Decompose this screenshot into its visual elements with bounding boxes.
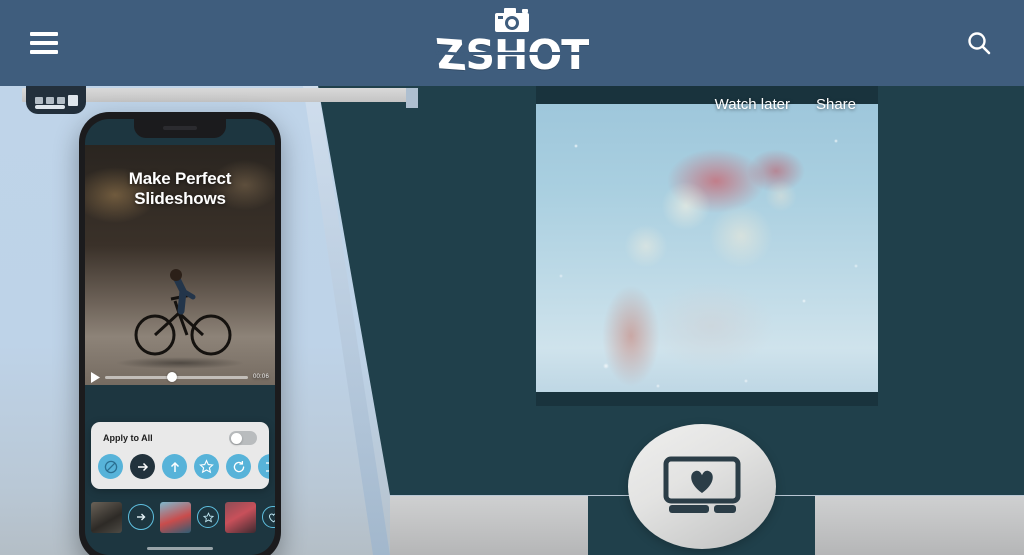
hero-stage: Make Perfect Slideshows 00:06 Apply to A… [0, 86, 1024, 555]
effects-control-panel: Apply to All [91, 422, 269, 489]
arrow-up-icon [170, 461, 179, 472]
filmstrip-transition-heart[interactable] [262, 506, 275, 528]
scrubber-track[interactable] [105, 372, 248, 382]
toolbar-mini-icon [34, 96, 43, 104]
save-icon[interactable] [67, 94, 78, 106]
hamburger-bar [30, 32, 58, 36]
phone-mockup: Make Perfect Slideshows 00:06 Apply to A… [79, 112, 281, 555]
hamburger-icon[interactable] [30, 28, 60, 58]
site-header: Z SHOT [0, 0, 1024, 86]
apply-to-all-toggle[interactable] [229, 431, 257, 445]
toolbar-mini-icon [45, 96, 54, 104]
preview-video[interactable]: Make Perfect Slideshows [85, 145, 275, 385]
effect-button-rotate[interactable] [226, 454, 251, 479]
home-indicator [147, 547, 213, 550]
logo-wordmark: Z SHOT [433, 29, 589, 81]
themes-button[interactable]: THEMES [628, 424, 776, 555]
shuffle-icon [265, 461, 269, 472]
preview-headline-line1: Make Perfect [128, 169, 232, 188]
search-icon[interactable] [964, 28, 994, 58]
star-icon [202, 511, 214, 523]
scrubber-handle[interactable] [167, 372, 178, 382]
effect-button-no-effect[interactable] [98, 454, 123, 479]
bottom-bar-right [815, 496, 1024, 555]
filmstrip-transition-star[interactable] [197, 506, 219, 528]
apply-to-all-label: Apply to All [103, 433, 153, 443]
logo-letter-z: Z [433, 29, 467, 81]
video-frame-flowers [536, 86, 878, 406]
rotate-icon [233, 460, 244, 472]
star-icon [199, 459, 214, 474]
filmstrip[interactable] [85, 495, 275, 539]
video-overlay-actions: Watch later Share [697, 86, 878, 123]
playback-timestamp: 00:06 [252, 374, 269, 380]
watch-later-button[interactable]: Watch later [715, 96, 790, 113]
effect-button-slide-right[interactable] [130, 454, 155, 479]
editor-toolbar-chip[interactable] [26, 86, 86, 114]
video-player-embed[interactable]: Watch later Share [536, 86, 878, 406]
heart-icon [268, 513, 275, 522]
share-button[interactable]: Share [816, 96, 856, 113]
cyclist-illustration [134, 269, 232, 356]
hamburger-bar [30, 50, 58, 54]
logo-letters: SHOT [465, 31, 589, 79]
page-root: Z SHOT Make Perfect Slideshows 00:06 App… [0, 0, 1024, 555]
monitor-heart-icon [663, 456, 741, 513]
arrow-right-icon [137, 462, 148, 471]
effect-button-slide-up[interactable] [162, 454, 187, 479]
bottom-bar-left [390, 496, 588, 555]
effect-button-favorite[interactable] [194, 454, 219, 479]
phone-notch [134, 119, 226, 138]
filmstrip-thumbnail[interactable] [160, 501, 191, 533]
filmstrip-thumbnail[interactable] [91, 501, 122, 533]
toolbar-mini-icon [56, 96, 65, 104]
playback-scrubber[interactable]: 00:06 [85, 369, 275, 385]
play-icon[interactable] [91, 371, 100, 383]
toggle-knob [230, 432, 242, 444]
toolbar-divider [35, 105, 65, 109]
preview-headline: Make Perfect Slideshows [85, 169, 275, 208]
filmstrip-transition-arrow[interactable] [128, 504, 154, 530]
site-logo[interactable]: Z SHOT [392, 6, 632, 80]
arrow-right-icon [137, 513, 146, 521]
video-letterbox-bottom [536, 392, 878, 406]
ban-icon [104, 460, 117, 473]
phone-screen: Make Perfect Slideshows 00:06 Apply to A… [85, 119, 275, 555]
apply-to-all-row: Apply to All [91, 431, 269, 454]
effect-button-shuffle[interactable] [258, 454, 269, 479]
hamburger-bar [30, 41, 58, 45]
effects-row [91, 454, 269, 479]
filmstrip-thumbnail[interactable] [225, 501, 256, 533]
phone-speaker [163, 126, 197, 130]
top-rail-cap [406, 88, 418, 108]
themes-circle[interactable] [628, 424, 776, 549]
preview-headline-line2: Slideshows [134, 188, 226, 208]
